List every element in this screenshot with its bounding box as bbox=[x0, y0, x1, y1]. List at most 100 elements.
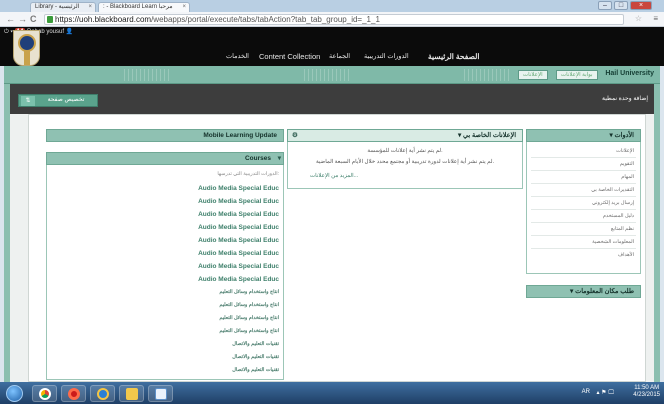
announcements-header[interactable]: ⚙ ▾ الإعلانات الخاصة بي bbox=[287, 129, 523, 142]
tool-link[interactable]: التقديرات الخاصة بي bbox=[591, 185, 634, 195]
course-link[interactable]: تقنيات التعليم والاتصال bbox=[232, 365, 279, 376]
courses-header[interactable]: ▾ Courses bbox=[46, 152, 284, 165]
nav-services[interactable]: الخدمات bbox=[226, 52, 249, 62]
add-module-link[interactable]: إضافة وحدة نمطية bbox=[602, 95, 648, 102]
power-icon[interactable]: ⏻ bbox=[4, 29, 9, 35]
taskbar-clock[interactable]: 11:50 AM 4/23/2015 bbox=[633, 385, 660, 399]
back-icon[interactable]: ← bbox=[6, 14, 15, 24]
banner-pattern bbox=[464, 69, 510, 81]
course-link[interactable]: انتاج واستخدام وسائل التعليم bbox=[219, 326, 279, 337]
divider bbox=[531, 157, 636, 158]
divider bbox=[531, 209, 636, 210]
folder-icon bbox=[126, 388, 138, 400]
tab-announcements-portal[interactable]: بوابة الإعلانات bbox=[556, 70, 598, 80]
nav-courses[interactable]: الدورات التدريبية bbox=[364, 52, 409, 62]
tool-link[interactable]: نظم المتابع bbox=[611, 224, 634, 234]
module-title: ▾ طلب مكان المعلومات bbox=[570, 288, 634, 295]
lock-icon bbox=[47, 16, 53, 23]
minimize-icon[interactable]: – bbox=[598, 1, 612, 10]
browser-menu-icon[interactable]: ≡ bbox=[653, 14, 658, 23]
taskbar-explorer[interactable] bbox=[119, 385, 144, 402]
bookmark-star-icon[interactable]: ☆ bbox=[635, 14, 642, 23]
course-link[interactable]: انتاج واستخدام وسائل التعليم bbox=[219, 287, 279, 298]
course-link[interactable]: انتاج واستخدام وسائل التعليم bbox=[219, 300, 279, 311]
customize-page-button[interactable]: ⇅ تخصيص صفحة bbox=[18, 94, 98, 107]
clock-date: 4/23/2015 bbox=[633, 392, 660, 398]
university-logo[interactable] bbox=[13, 30, 40, 66]
opera-icon bbox=[68, 388, 80, 400]
address-bar: ← → C https://uoh.blackboard.com/webapps… bbox=[0, 12, 664, 27]
ie-icon bbox=[97, 388, 109, 400]
window-icon bbox=[155, 388, 167, 400]
close-window-icon[interactable]: × bbox=[630, 1, 652, 10]
divider bbox=[531, 222, 636, 223]
taskbar-chrome[interactable] bbox=[32, 385, 57, 402]
announcements-empty-institution: لم يتم نشر أية إعلانات للمؤسسة. bbox=[367, 148, 443, 154]
blackboard-header: ⏻ ▾ 14 Rabab yousuf 👤 الصفحة الرئيسية ال… bbox=[0, 27, 664, 66]
course-link[interactable]: Audio Media Special Educ bbox=[198, 222, 279, 233]
tool-link[interactable]: دليل المستخدم bbox=[603, 211, 634, 221]
url-input[interactable]: https://uoh.blackboard.com/webapps/porta… bbox=[44, 14, 624, 25]
tool-link[interactable]: المهام bbox=[621, 172, 634, 182]
course-link[interactable]: تقنيات التعليم والاتصال bbox=[232, 352, 279, 363]
courses-subtitle: الدورات التدريبية التي تدرسها: bbox=[217, 171, 279, 177]
banner-pattern bbox=[124, 69, 170, 81]
nav-content-collection[interactable]: Content Collection bbox=[259, 52, 320, 62]
close-tab-icon[interactable]: × bbox=[88, 3, 92, 12]
url-path: /webapps/portal/execute/tabs/tabAction?t… bbox=[151, 15, 380, 24]
tool-link[interactable]: المعلومات الشخصية bbox=[592, 237, 634, 247]
course-link[interactable]: Audio Media Special Educ bbox=[198, 248, 279, 259]
divider bbox=[531, 170, 636, 171]
module-title: Mobile Learning Update bbox=[203, 132, 277, 139]
reorder-icon: ⇅ bbox=[21, 96, 35, 106]
courses-module: ▾ Courses الدورات التدريبية التي تدرسها:… bbox=[46, 152, 284, 380]
tab-announcements[interactable]: الإعلانات bbox=[518, 70, 548, 80]
divider bbox=[531, 248, 636, 249]
module-title: Courses bbox=[244, 155, 271, 162]
course-link[interactable]: تقنيات التعليم والاتصال bbox=[232, 339, 279, 350]
course-link[interactable]: Audio Media Special Educ bbox=[198, 261, 279, 272]
user-icon: 👤 bbox=[65, 29, 74, 35]
close-tab-icon[interactable]: × bbox=[182, 3, 186, 12]
page-tabbar: ⇅ تخصيص صفحة إضافة وحدة نمطية bbox=[10, 84, 654, 114]
tools-module: ▾ الأدوات الإعلانات التقويم المهام التقد… bbox=[526, 129, 641, 274]
course-link[interactable]: Audio Media Special Educ bbox=[198, 235, 279, 246]
logo-emblem bbox=[18, 34, 36, 52]
course-link[interactable]: Audio Media Special Educ bbox=[198, 274, 279, 285]
start-button-icon[interactable] bbox=[6, 385, 23, 402]
course-link[interactable]: انتاج واستخدام وسائل التعليم bbox=[219, 313, 279, 324]
forward-icon[interactable]: → bbox=[18, 14, 27, 24]
reload-icon[interactable]: C bbox=[30, 14, 37, 24]
tray-icons[interactable]: ▴ ⚑ 🖵 bbox=[596, 389, 614, 397]
tab-label: Library - الرئيسية bbox=[35, 4, 80, 10]
nav-community[interactable]: الجماعة bbox=[329, 52, 350, 62]
content-area: Mobile Learning Update ▾ Courses الدورات… bbox=[28, 114, 646, 382]
browser-tab-library[interactable]: Library - الرئيسية × bbox=[30, 2, 96, 12]
taskbar-app[interactable] bbox=[148, 385, 173, 402]
tool-link[interactable]: الإعلانات bbox=[616, 146, 634, 156]
chevron-down-icon[interactable]: ▾ bbox=[278, 153, 281, 164]
banner-strip: Hail University بوابة الإعلانات الإعلانا… bbox=[4, 66, 660, 84]
nav-home[interactable]: الصفحة الرئيسية bbox=[428, 52, 479, 62]
tool-link[interactable]: إرسال بريد إلكتروني bbox=[592, 198, 634, 208]
course-link[interactable]: Audio Media Special Educ bbox=[198, 196, 279, 207]
taskbar-ie[interactable] bbox=[90, 385, 115, 402]
tool-link[interactable]: التقويم bbox=[620, 159, 634, 169]
more-announcements-link[interactable]: المزيد من الإعلانات... bbox=[310, 173, 522, 179]
course-link[interactable]: Audio Media Special Educ bbox=[198, 209, 279, 220]
taskbar-opera[interactable] bbox=[61, 385, 86, 402]
support-module-header[interactable]: ▾ طلب مكان المعلومات bbox=[526, 285, 641, 298]
maximize-icon[interactable]: □ bbox=[614, 1, 628, 10]
tab-label: : - Blackboard Learn مرحباً bbox=[103, 4, 173, 10]
mobile-learning-header[interactable]: Mobile Learning Update bbox=[46, 129, 284, 142]
browser-tab-blackboard[interactable]: : - Blackboard Learn مرحباً × bbox=[98, 2, 190, 12]
course-link[interactable]: Audio Media Special Educ bbox=[198, 183, 279, 194]
divider bbox=[531, 196, 636, 197]
language-indicator[interactable]: AR bbox=[582, 389, 590, 395]
tools-header[interactable]: ▾ الأدوات bbox=[526, 129, 641, 142]
tool-link[interactable]: الأهداف bbox=[618, 250, 634, 260]
banner-pattern bbox=[304, 69, 350, 81]
gear-icon[interactable]: ⚙ bbox=[292, 130, 298, 141]
divider bbox=[531, 235, 636, 236]
windows-taskbar: AR ▴ ⚑ 🖵 11:50 AM 4/23/2015 bbox=[0, 382, 664, 404]
